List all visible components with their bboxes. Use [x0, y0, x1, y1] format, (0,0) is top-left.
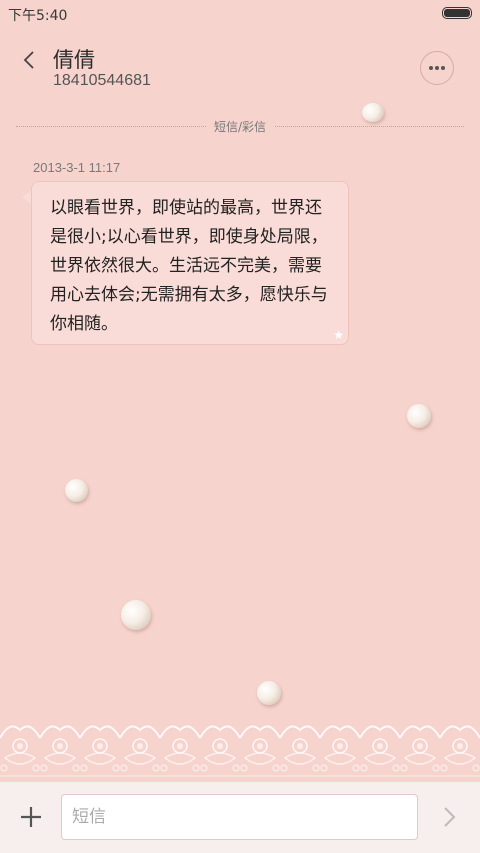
contact-number: 18410544681 — [53, 72, 151, 89]
more-options-button[interactable] — [420, 51, 454, 85]
message-bubble[interactable]: 以眼看世界，即使站的最高，世界还是很小;以心看世界，即使身处局限，世界依然很大。… — [31, 181, 349, 345]
pearl-decoration — [407, 404, 431, 428]
status-time: 下午5:40 — [8, 8, 68, 24]
message-timestamp: 2013-3-1 11:17 — [33, 160, 121, 175]
pearl-decoration — [65, 479, 88, 502]
composer-bar — [0, 782, 480, 853]
message-type-label: 短信/彩信 — [205, 118, 275, 135]
contact-name: 倩倩 — [53, 48, 95, 72]
send-button[interactable] — [438, 804, 462, 830]
star-icon: ★ — [333, 328, 344, 342]
message-input[interactable] — [61, 794, 418, 840]
pearl-decoration — [362, 103, 384, 122]
back-arrow-icon[interactable] — [18, 48, 42, 72]
battery-icon — [442, 7, 472, 19]
pearl-decoration — [257, 681, 281, 705]
status-bar: 下午5:40 — [0, 0, 480, 28]
lace-border-decoration — [0, 718, 480, 780]
pearl-decoration — [121, 600, 151, 630]
message-text: 以眼看世界，即使站的最高，世界还是很小;以心看世界，即使身处局限，世界依然很大。… — [50, 198, 328, 334]
add-attachment-button[interactable] — [18, 804, 44, 830]
header: 倩倩 18410544681 — [0, 40, 480, 100]
